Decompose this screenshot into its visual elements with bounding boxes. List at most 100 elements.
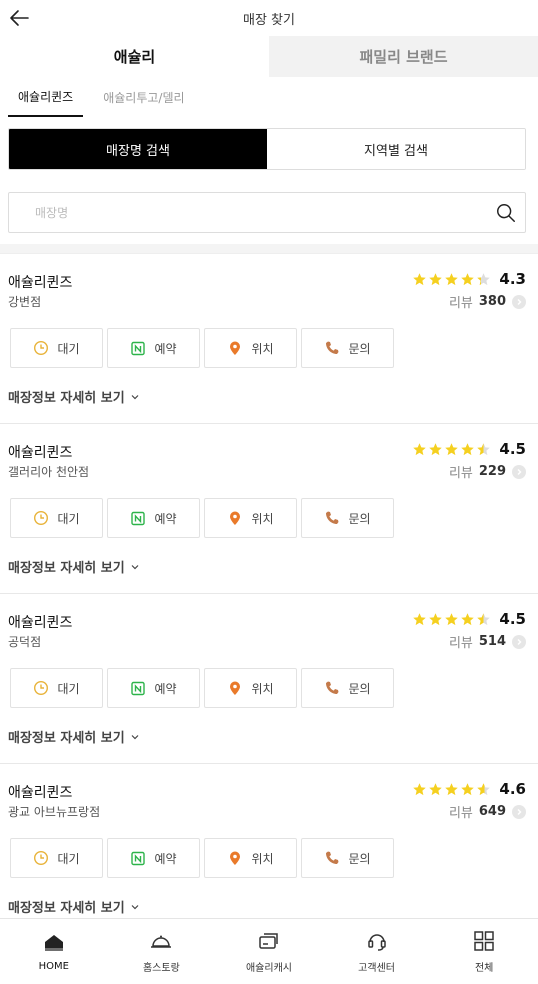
star-icon bbox=[429, 442, 443, 455]
rating-stars bbox=[412, 612, 491, 627]
back-arrow-icon[interactable] bbox=[8, 6, 32, 30]
store-actions: 대기 예약 위치 문의 bbox=[10, 328, 394, 368]
wait-label: 대기 bbox=[57, 511, 80, 526]
wait-button[interactable]: 대기 bbox=[10, 328, 103, 368]
wait-button[interactable]: 대기 bbox=[10, 668, 103, 708]
store-detail-toggle[interactable]: 매장정보 자세히 보기 bbox=[8, 897, 139, 916]
chevron-right-icon bbox=[512, 634, 526, 649]
store-name: 애슐리퀸즈 bbox=[8, 445, 73, 461]
chevron-down-icon bbox=[131, 394, 139, 399]
star-icon bbox=[477, 612, 491, 625]
store-name: 애슐리퀸즈 bbox=[8, 615, 73, 631]
inquiry-button[interactable]: 문의 bbox=[301, 838, 394, 878]
store-actions: 대기 예약 위치 문의 bbox=[10, 498, 394, 538]
reserve-button[interactable]: 예약 bbox=[107, 498, 200, 538]
star-icon bbox=[413, 442, 427, 455]
wait-label: 대기 bbox=[57, 851, 80, 866]
search-input[interactable] bbox=[35, 205, 495, 220]
location-button[interactable]: 위치 bbox=[204, 668, 297, 708]
review-label: 리뷰 bbox=[448, 806, 473, 821]
location-button[interactable]: 위치 bbox=[204, 328, 297, 368]
review-link[interactable]: 리뷰 229 bbox=[449, 462, 526, 481]
wait-button[interactable]: 대기 bbox=[10, 498, 103, 538]
review-count: 649 bbox=[478, 804, 506, 819]
star-icon bbox=[413, 272, 427, 285]
store-detail-label: 매장정보 자세히 보기 bbox=[8, 391, 125, 406]
store-branch: 광교 아브뉴프랑점 bbox=[8, 805, 101, 819]
tab-family-brand[interactable]: 패밀리 브랜드 bbox=[269, 36, 538, 77]
location-label: 위치 bbox=[251, 511, 274, 526]
reserve-button[interactable]: 예약 bbox=[107, 668, 200, 708]
calendar-icon bbox=[131, 511, 146, 526]
section-divider bbox=[0, 244, 538, 254]
rating-score: 4.6 bbox=[499, 780, 526, 798]
chevron-down-icon bbox=[131, 904, 139, 909]
store-card[interactable]: 애슐리퀸즈광교 아브뉴프랑점 4.6 리뷰 649 대기 예약 위치 문의매장정보 자세히 보… bbox=[0, 764, 538, 934]
phone-icon bbox=[326, 681, 339, 694]
wait-label: 대기 bbox=[57, 681, 80, 696]
store-name: 애슐리퀸즈 bbox=[8, 785, 73, 801]
search-box bbox=[8, 192, 526, 233]
chevron-right-icon bbox=[512, 804, 526, 819]
store-detail-toggle[interactable]: 매장정보 자세히 보기 bbox=[8, 727, 139, 746]
inquiry-button[interactable]: 문의 bbox=[301, 668, 394, 708]
review-link[interactable]: 리뷰 649 bbox=[449, 802, 526, 821]
nav-ashley-cash[interactable]: 애슐리캐시 bbox=[215, 919, 323, 984]
store-rating: 4.5 bbox=[412, 440, 526, 458]
store-branch: 갤러리아 천안점 bbox=[8, 465, 90, 479]
store-name: 애슐리퀸즈 bbox=[8, 275, 73, 291]
map-pin-icon bbox=[230, 681, 241, 695]
store-rating: 4.3 bbox=[412, 270, 526, 288]
location-button[interactable]: 위치 bbox=[204, 498, 297, 538]
store-list: 애슐리퀸즈 강변점 4.3 리뷰 380 대기 예약 위치 문의 매장정보 자세히 보기 애슐리퀸즈… bbox=[0, 254, 538, 934]
nav-customer-center[interactable]: 고객센터 bbox=[323, 919, 431, 984]
star-icon bbox=[461, 782, 475, 795]
nav-home[interactable]: HOME bbox=[0, 919, 108, 984]
review-count: 229 bbox=[478, 464, 506, 479]
tab-ashley[interactable]: 애슐리 bbox=[0, 36, 269, 77]
location-label: 위치 bbox=[251, 341, 274, 356]
nav-homestaurant[interactable]: 홈스토랑 bbox=[108, 919, 216, 984]
review-count: 514 bbox=[478, 634, 506, 649]
store-detail-toggle[interactable]: 매장정보 자세히 보기 bbox=[8, 387, 139, 406]
calendar-icon bbox=[131, 851, 146, 866]
headset-icon bbox=[367, 934, 386, 951]
page-title: 매장 찾기 bbox=[243, 12, 295, 28]
review-count: 380 bbox=[478, 294, 506, 309]
reserve-button[interactable]: 예약 bbox=[107, 328, 200, 368]
store-name-search-button[interactable]: 매장명 검색 bbox=[9, 129, 267, 169]
map-pin-icon bbox=[230, 511, 241, 525]
store-card[interactable]: 애슐리퀸즈갤러리아 천안점 4.5 리뷰 229 대기 예약 위치 문의매장정보 자세히 보기 bbox=[0, 424, 538, 594]
clock-icon bbox=[34, 850, 49, 866]
nav-all-label: 전체 bbox=[474, 963, 494, 974]
review-link[interactable]: 리뷰 380 bbox=[449, 292, 526, 311]
store-rating: 4.5 bbox=[412, 610, 526, 628]
star-icon bbox=[477, 442, 491, 455]
clock-icon bbox=[34, 680, 49, 696]
store-branch: 공덕점 bbox=[8, 635, 42, 649]
location-label: 위치 bbox=[251, 681, 274, 696]
chevron-down-icon bbox=[131, 564, 139, 569]
location-button[interactable]: 위치 bbox=[204, 838, 297, 878]
rating-score: 4.5 bbox=[499, 440, 526, 458]
location-label: 위치 bbox=[251, 851, 274, 866]
store-card[interactable]: 애슐리퀸즈 강변점 4.3 리뷰 380 대기 예약 위치 문의 매장정보 자세히 보기 bbox=[0, 254, 538, 424]
tab-ashley-queens[interactable]: 애슐리퀸즈 bbox=[8, 77, 84, 117]
review-link[interactable]: 리뷰 514 bbox=[449, 632, 526, 651]
rating-stars bbox=[412, 442, 491, 457]
search-icon[interactable] bbox=[495, 202, 517, 224]
nav-all[interactable]: 전체 bbox=[430, 919, 538, 984]
store-card[interactable]: 애슐리퀸즈공덕점 4.5 리뷰 514 대기 예약 위치 문의매장정보 자세히 보기 bbox=[0, 594, 538, 764]
tab-ashley-togo-deli[interactable]: 애슐리투고/델리 bbox=[93, 77, 194, 117]
star-icon bbox=[445, 272, 459, 285]
wait-button[interactable]: 대기 bbox=[10, 838, 103, 878]
region-search-button[interactable]: 지역별 검색 bbox=[267, 129, 525, 169]
store-detail-toggle[interactable]: 매장정보 자세히 보기 bbox=[8, 557, 139, 576]
inquiry-label: 문의 bbox=[348, 341, 371, 356]
clock-icon bbox=[34, 340, 49, 356]
inquiry-button[interactable]: 문의 bbox=[301, 328, 394, 368]
star-icon bbox=[461, 272, 475, 285]
inquiry-button[interactable]: 문의 bbox=[301, 498, 394, 538]
reserve-button[interactable]: 예약 bbox=[107, 838, 200, 878]
top-bar: 매장 찾기 bbox=[0, 0, 538, 36]
